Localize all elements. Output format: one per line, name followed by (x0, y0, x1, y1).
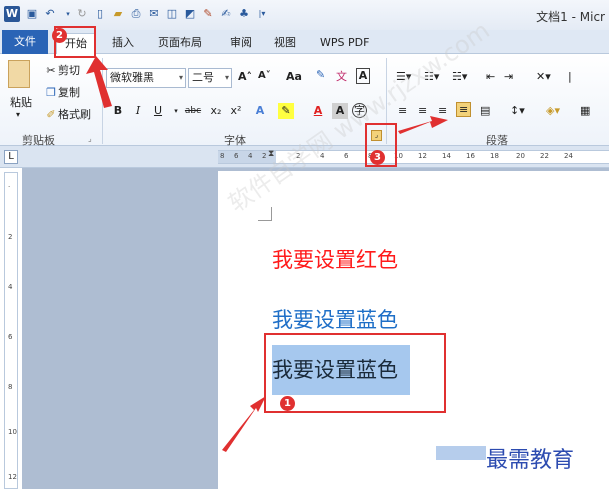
step-badge-3: 3 (370, 150, 385, 165)
arrow-to-font-launcher (398, 116, 448, 134)
arrow-to-home-tab (86, 56, 112, 108)
brand-text: 最需教育 (486, 448, 575, 473)
arrow-to-selection (222, 396, 266, 452)
brand-logo-bar (436, 446, 486, 460)
annotation-arrows (86, 56, 448, 452)
step-badge-2: 2 (52, 28, 67, 43)
step-badge-1: 1 (280, 396, 295, 411)
